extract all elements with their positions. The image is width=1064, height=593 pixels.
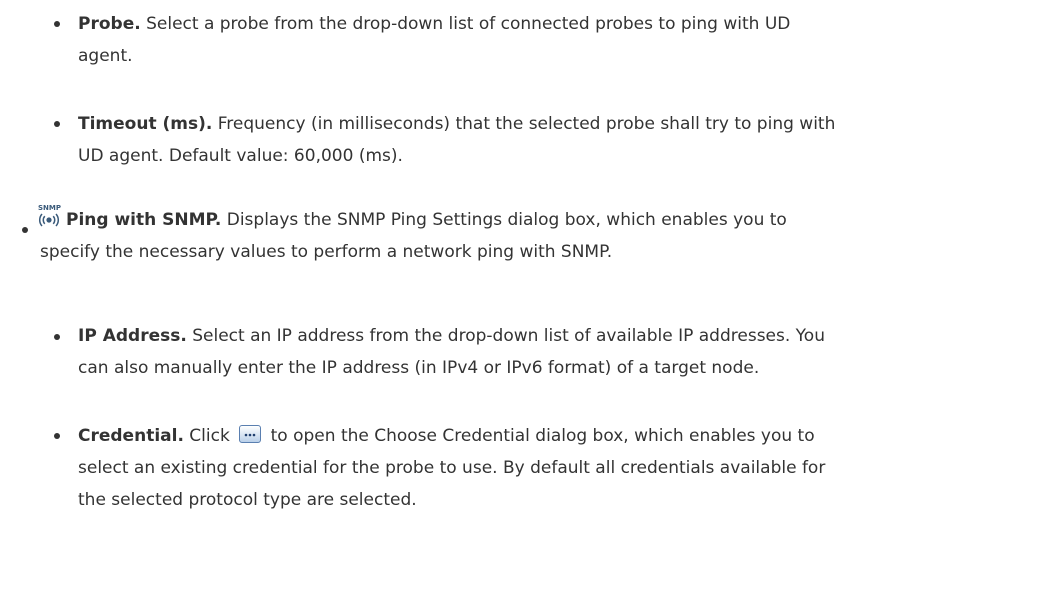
- bullet: [22, 227, 28, 233]
- bullet: [54, 334, 60, 340]
- bullet: [54, 121, 60, 127]
- ip-address-text-cont: can also manually enter the IP address (…: [78, 358, 760, 378]
- credential-item: Credential. Click to open the Choose Cre…: [78, 420, 825, 516]
- timeout-item: Timeout (ms). Frequency (in milliseconds…: [78, 108, 835, 172]
- credential-text-line2: select an existing credential for the pr…: [78, 458, 826, 478]
- timeout-term: Timeout (ms).: [78, 114, 213, 134]
- snmp-ping-icon: SNMP: [38, 204, 61, 227]
- ip-address-text: Select an IP address from the drop-down …: [186, 326, 825, 346]
- ping-snmp-text: Displays the SNMP Ping Settings dialog b…: [221, 210, 787, 230]
- ip-address-term: IP Address.: [78, 326, 187, 346]
- ellipsis-button-icon[interactable]: [239, 425, 262, 443]
- credential-text-line3: the selected protocol type are selected.: [78, 490, 417, 510]
- ping-snmp-term: Ping with SNMP.: [66, 210, 222, 230]
- credential-text: Click: [183, 426, 236, 446]
- ping-snmp-text-cont: specify the necessary values to perform …: [40, 242, 613, 262]
- credential-text-after: to open the Choose Credential dialog box…: [265, 426, 815, 446]
- bullet: [54, 433, 60, 439]
- probe-text: Select a probe from the drop-down list o…: [140, 14, 791, 34]
- timeout-text: Frequency (in milliseconds) that the sel…: [212, 114, 836, 134]
- ip-address-item: IP Address. Select an IP address from th…: [78, 320, 825, 384]
- timeout-text-cont: UD agent. Default value: 60,000 (ms).: [78, 146, 403, 166]
- credential-term: Credential.: [78, 426, 184, 446]
- bullet: [54, 21, 60, 27]
- probe-text-cont: agent.: [78, 46, 133, 66]
- probe-term: Probe.: [78, 14, 141, 34]
- probe-item: Probe. Select a probe from the drop-down…: [78, 8, 790, 72]
- ping-snmp-item: SNMP Ping with SNMP. Displays the SNMP P…: [38, 204, 787, 268]
